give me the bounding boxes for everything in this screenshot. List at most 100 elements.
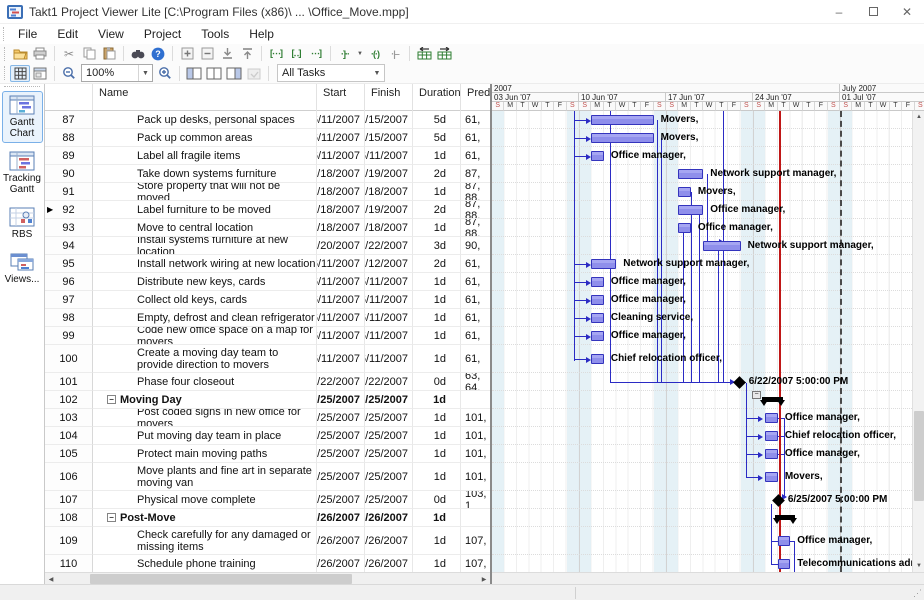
start-date-cell[interactable]: 6/18/2007: [317, 165, 365, 183]
predecessors-cell[interactable]: 87, 88,: [461, 219, 490, 237]
predecessors-cell[interactable]: 101,: [461, 463, 490, 491]
duration-cell[interactable]: 1d: [413, 391, 461, 409]
duration-cell[interactable]: 1d: [413, 309, 461, 327]
task-name-cell[interactable]: Take down systems furniture: [93, 165, 317, 183]
duration-cell[interactable]: 1d: [413, 273, 461, 291]
task-name-cell[interactable]: Move plants and fine art in separate mov…: [93, 463, 317, 491]
expand-all-button[interactable]: [177, 45, 197, 62]
predecessors-cell[interactable]: 90,: [461, 237, 490, 255]
row-number-cell[interactable]: 93: [45, 219, 93, 237]
duration-cell[interactable]: 2d: [413, 255, 461, 273]
finish-date-cell[interactable]: 6/25/2007: [365, 409, 413, 427]
task-name-cell[interactable]: Install network wiring at new location: [93, 255, 317, 273]
row-number-cell[interactable]: 96: [45, 273, 93, 291]
table-row[interactable]: 110Schedule phone training6/26/20076/26/…: [45, 555, 490, 572]
menu-file[interactable]: File: [8, 25, 47, 43]
task-name-cell[interactable]: Protect main moving paths: [93, 445, 317, 463]
duration-cell[interactable]: 1d: [413, 463, 461, 491]
row-number-cell[interactable]: 110: [45, 555, 93, 572]
zoom-combobox[interactable]: 100% ▼: [81, 64, 153, 82]
link-style-dropdown[interactable]: ▼: [355, 45, 365, 62]
row-number-cell[interactable]: 99: [45, 327, 93, 345]
chevron-down-icon[interactable]: ▼: [138, 65, 152, 81]
table-row[interactable]: 94Install systems furniture at new locat…: [45, 237, 490, 255]
row-number-cell[interactable]: 91: [45, 183, 93, 201]
duration-cell[interactable]: 0d: [413, 373, 461, 391]
collapse-toggle[interactable]: −: [107, 395, 116, 404]
table-row[interactable]: 108−Post-Move6/26/20076/26/20071d: [45, 509, 490, 527]
start-date-cell[interactable]: 6/18/2007: [317, 201, 365, 219]
task-name-cell[interactable]: Distribute new keys, cards: [93, 273, 317, 291]
task-name-cell[interactable]: Put moving day team in place: [93, 427, 317, 445]
task-name-cell[interactable]: Install systems furniture at new locatio…: [93, 237, 317, 255]
finish-date-cell[interactable]: 6/12/2007: [365, 255, 413, 273]
predecessors-cell[interactable]: 101,: [461, 445, 490, 463]
task-name-cell[interactable]: Move to central location: [93, 219, 317, 237]
gantt-vertical-scrollbar[interactable]: ▲ ▼: [912, 111, 924, 572]
summary-bar[interactable]: [775, 515, 795, 520]
timescale-right-button[interactable]: [434, 45, 454, 62]
table-row[interactable]: 96Distribute new keys, cards6/11/20076/1…: [45, 273, 490, 291]
task-name-cell[interactable]: −Moving Day: [93, 391, 317, 409]
finish-date-cell[interactable]: 6/22/2007: [365, 373, 413, 391]
table-row[interactable]: 105Protect main moving paths6/25/20076/2…: [45, 445, 490, 463]
task-name-cell[interactable]: Empty, defrost and clean refrigerator: [93, 309, 317, 327]
start-date-cell[interactable]: 6/25/2007: [317, 491, 365, 509]
column-header-name[interactable]: Name: [93, 84, 317, 111]
task-filter-combobox[interactable]: All Tasks ▼: [277, 64, 385, 82]
predecessors-cell[interactable]: 61,: [461, 255, 490, 273]
predecessors-cell[interactable]: 87, 88,: [461, 201, 490, 219]
predecessors-cell[interactable]: 87, 88,: [461, 183, 490, 201]
predecessors-cell[interactable]: [461, 509, 490, 527]
column-header-predecessors[interactable]: Prede: [461, 84, 490, 111]
scroll-right-arrow[interactable]: ▶: [478, 573, 490, 584]
predecessors-cell[interactable]: 61,: [461, 327, 490, 345]
row-number-cell[interactable]: 95: [45, 255, 93, 273]
task-name-cell[interactable]: Create a moving day team to provide dire…: [93, 345, 317, 373]
finish-date-cell[interactable]: 6/15/2007: [365, 129, 413, 147]
duration-cell[interactable]: 1d: [413, 219, 461, 237]
task-bar[interactable]: [591, 277, 603, 287]
finish-date-cell[interactable]: 6/11/2007: [365, 273, 413, 291]
start-date-cell[interactable]: 6/26/2007: [317, 555, 365, 572]
cut-button[interactable]: ✂: [59, 45, 79, 62]
finish-date-cell[interactable]: 6/25/2007: [365, 445, 413, 463]
column-header-id[interactable]: [45, 84, 93, 111]
row-number-cell[interactable]: 101: [45, 373, 93, 391]
finish-date-cell[interactable]: 6/25/2007: [365, 391, 413, 409]
table-row[interactable]: 100Create a moving day team to provide d…: [45, 345, 490, 373]
task-bar[interactable]: [591, 354, 603, 364]
collapse-toggle[interactable]: −: [107, 513, 116, 522]
task-name-cell[interactable]: Pack up common areas: [93, 129, 317, 147]
finish-date-cell[interactable]: 6/11/2007: [365, 345, 413, 373]
duration-cell[interactable]: 1d: [413, 527, 461, 555]
finish-date-cell[interactable]: 6/11/2007: [365, 147, 413, 165]
table-row[interactable]: 106Move plants and fine art in separate …: [45, 463, 490, 491]
table-row[interactable]: ▶92Label furniture to be moved6/18/20076…: [45, 201, 490, 219]
gridlines-button[interactable]: [10, 65, 30, 82]
start-date-cell[interactable]: 6/11/2007: [317, 129, 365, 147]
column-header-duration[interactable]: Duration: [413, 84, 461, 111]
find-button[interactable]: [128, 45, 148, 62]
task-bar[interactable]: [591, 331, 603, 341]
column-header-start[interactable]: Start: [317, 84, 365, 111]
task-name-cell[interactable]: Phase four closeout: [93, 373, 317, 391]
predecessors-cell[interactable]: 61,: [461, 147, 490, 165]
table-row[interactable]: 97Collect old keys, cards6/11/20076/11/2…: [45, 291, 490, 309]
table-row[interactable]: 103Post coded signs in new office for mo…: [45, 409, 490, 427]
finish-date-cell[interactable]: 6/18/2007: [365, 183, 413, 201]
finish-date-cell[interactable]: 6/26/2007: [365, 509, 413, 527]
table-row[interactable]: 98Empty, defrost and clean refrigerator6…: [45, 309, 490, 327]
table-row[interactable]: 93Move to central location6/18/20076/18/…: [45, 219, 490, 237]
table-row[interactable]: 101Phase four closeout6/22/20076/22/2007…: [45, 373, 490, 391]
task-bar[interactable]: [765, 431, 777, 441]
zoom-in-button[interactable]: [155, 65, 175, 82]
duration-cell[interactable]: 2d: [413, 165, 461, 183]
scroll-left-arrow[interactable]: ◀: [45, 573, 57, 584]
duration-cell[interactable]: 5d: [413, 129, 461, 147]
predecessors-cell[interactable]: 61,: [461, 309, 490, 327]
predecessors-cell[interactable]: 103, 1: [461, 491, 490, 509]
close-button[interactable]: ✕: [890, 0, 924, 24]
layout-button[interactable]: [30, 65, 50, 82]
predecessors-cell[interactable]: 61,: [461, 111, 490, 129]
